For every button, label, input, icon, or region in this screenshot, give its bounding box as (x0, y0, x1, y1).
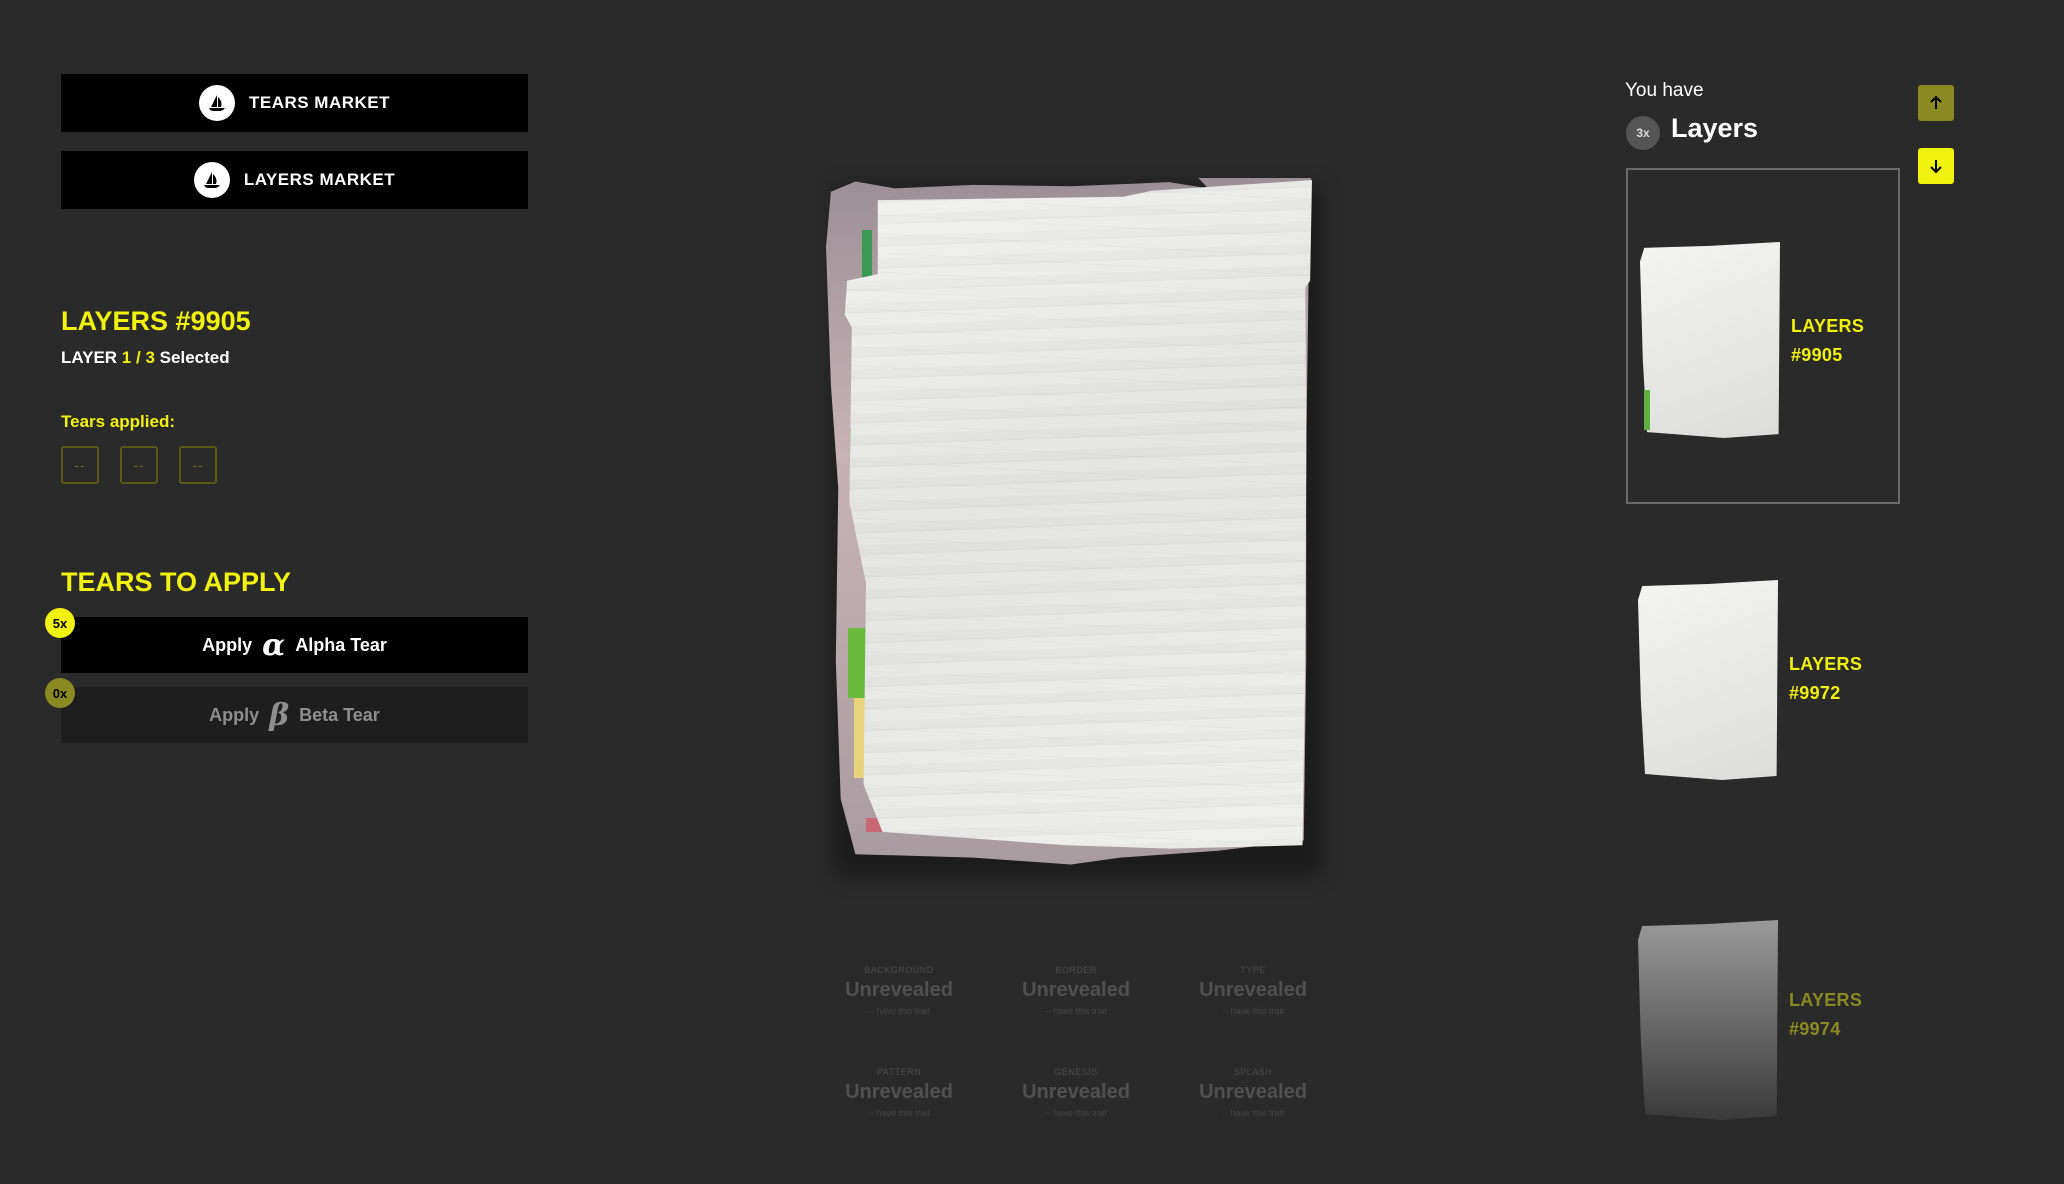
scroll-up-button[interactable] (1918, 85, 1954, 121)
layer-poster-image (826, 178, 1322, 876)
trait-value: Unrevealed (1199, 1081, 1307, 1103)
layer-title: LAYERS #9905 (61, 306, 251, 336)
layer-item-label: LAYERS #9972 (1789, 650, 1862, 708)
beta-symbol-icon: β (269, 697, 290, 733)
layer-item-title: LAYERS (1789, 654, 1863, 674)
trait-type: TYPE Unrevealed -- have this trait (1173, 965, 1333, 1016)
trait-count: -- have this trait (1221, 1006, 1285, 1016)
trait-name: SPLASH (1233, 1067, 1273, 1077)
trait-value: Unrevealed (845, 979, 953, 1001)
owned-count-badge: 3x (1626, 116, 1660, 150)
layer-item-id: #9972 (1789, 683, 1841, 703)
trait-value: Unrevealed (1022, 1081, 1130, 1103)
scroll-down-button[interactable] (1918, 148, 1954, 184)
layer-total: 3 (145, 348, 155, 367)
layer-item-title: LAYERS (1789, 990, 1863, 1010)
layers-market-button[interactable]: LAYERS MARKET (61, 151, 528, 209)
layer-item-label: LAYERS #9905 (1791, 312, 1864, 370)
trait-name: GENESIS (1054, 1067, 1098, 1077)
trait-count: -- have this trait (1221, 1108, 1285, 1118)
alpha-symbol-icon: α (262, 627, 286, 663)
layer-separator: / (136, 348, 141, 367)
layer-item-title: LAYERS (1791, 316, 1865, 336)
you-have-label: You have (1625, 80, 1704, 101)
arrow-down-icon (1930, 160, 1942, 174)
trait-name: BORDER (1055, 965, 1097, 975)
tear-slot: -- (179, 446, 217, 484)
tear-slot: -- (61, 446, 99, 484)
trait-value: Unrevealed (845, 1081, 953, 1103)
trait-count: -- have this trait (1044, 1108, 1108, 1118)
collection-label: Layers (1671, 113, 1759, 143)
apply-prefix: Apply (209, 704, 260, 725)
trait-count: -- have this trait (867, 1006, 931, 1016)
layers-market-label: LAYERS MARKET (243, 170, 396, 189)
trait-name: PATTERN (876, 1067, 922, 1077)
apply-alpha-tear-button[interactable]: Apply α Alpha Tear (61, 617, 528, 673)
layer-item-id: #9974 (1789, 1019, 1841, 1039)
tear-name: Alpha Tear (295, 634, 387, 655)
layer-thumbnail (1640, 242, 1780, 438)
tears-to-apply-title: TEARS TO APPLY (61, 567, 292, 597)
layer-item-id: #9905 (1791, 345, 1843, 365)
layer-selection: LAYER 1 / 3 Selected (61, 348, 230, 368)
layer-thumbnail (1638, 920, 1778, 1120)
opensea-ship-icon (198, 85, 235, 121)
trait-border: BORDER Unrevealed -- have this trait (996, 965, 1156, 1016)
apply-prefix: Apply (202, 634, 253, 655)
trait-name: BACKGROUND (864, 965, 934, 975)
layer-list-item[interactable]: LAYERS #9974 (1626, 848, 1900, 1184)
alpha-tear-count-badge: 5x (45, 608, 75, 638)
layer-suffix: Selected (159, 348, 230, 367)
layer-list-item[interactable]: LAYERS #9972 (1626, 508, 1900, 844)
layer-prefix: LAYER (61, 348, 118, 367)
trait-value: Unrevealed (1199, 979, 1307, 1001)
layer-list-item[interactable]: LAYERS #9905 (1626, 168, 1900, 504)
trait-genesis: GENESIS Unrevealed -- have this trait (996, 1067, 1156, 1118)
apply-beta-tear-button[interactable]: Apply β Beta Tear (61, 687, 528, 743)
trait-pattern: PATTERN Unrevealed -- have this trait (819, 1067, 979, 1118)
tears-applied-label: Tears applied: (61, 412, 175, 431)
tear-slot: -- (120, 446, 158, 484)
tear-name: Beta Tear (299, 704, 380, 725)
tears-market-button[interactable]: TEARS MARKET (61, 74, 528, 132)
trait-count: -- have this trait (867, 1108, 931, 1118)
trait-splash: SPLASH Unrevealed -- have this trait (1173, 1067, 1333, 1118)
trait-value: Unrevealed (1022, 979, 1130, 1001)
trait-background: BACKGROUND Unrevealed -- have this trait (819, 965, 979, 1016)
arrow-up-icon (1930, 95, 1942, 109)
layer-item-label: LAYERS #9974 (1789, 986, 1862, 1044)
layer-thumbnail (1638, 580, 1778, 780)
trait-count: -- have this trait (1044, 1006, 1108, 1016)
opensea-ship-icon (193, 162, 230, 198)
tears-market-label: TEARS MARKET (248, 93, 391, 112)
beta-tear-count-badge: 0x (45, 678, 75, 708)
layer-current: 1 (121, 348, 132, 367)
trait-name: TYPE (1240, 965, 1266, 975)
